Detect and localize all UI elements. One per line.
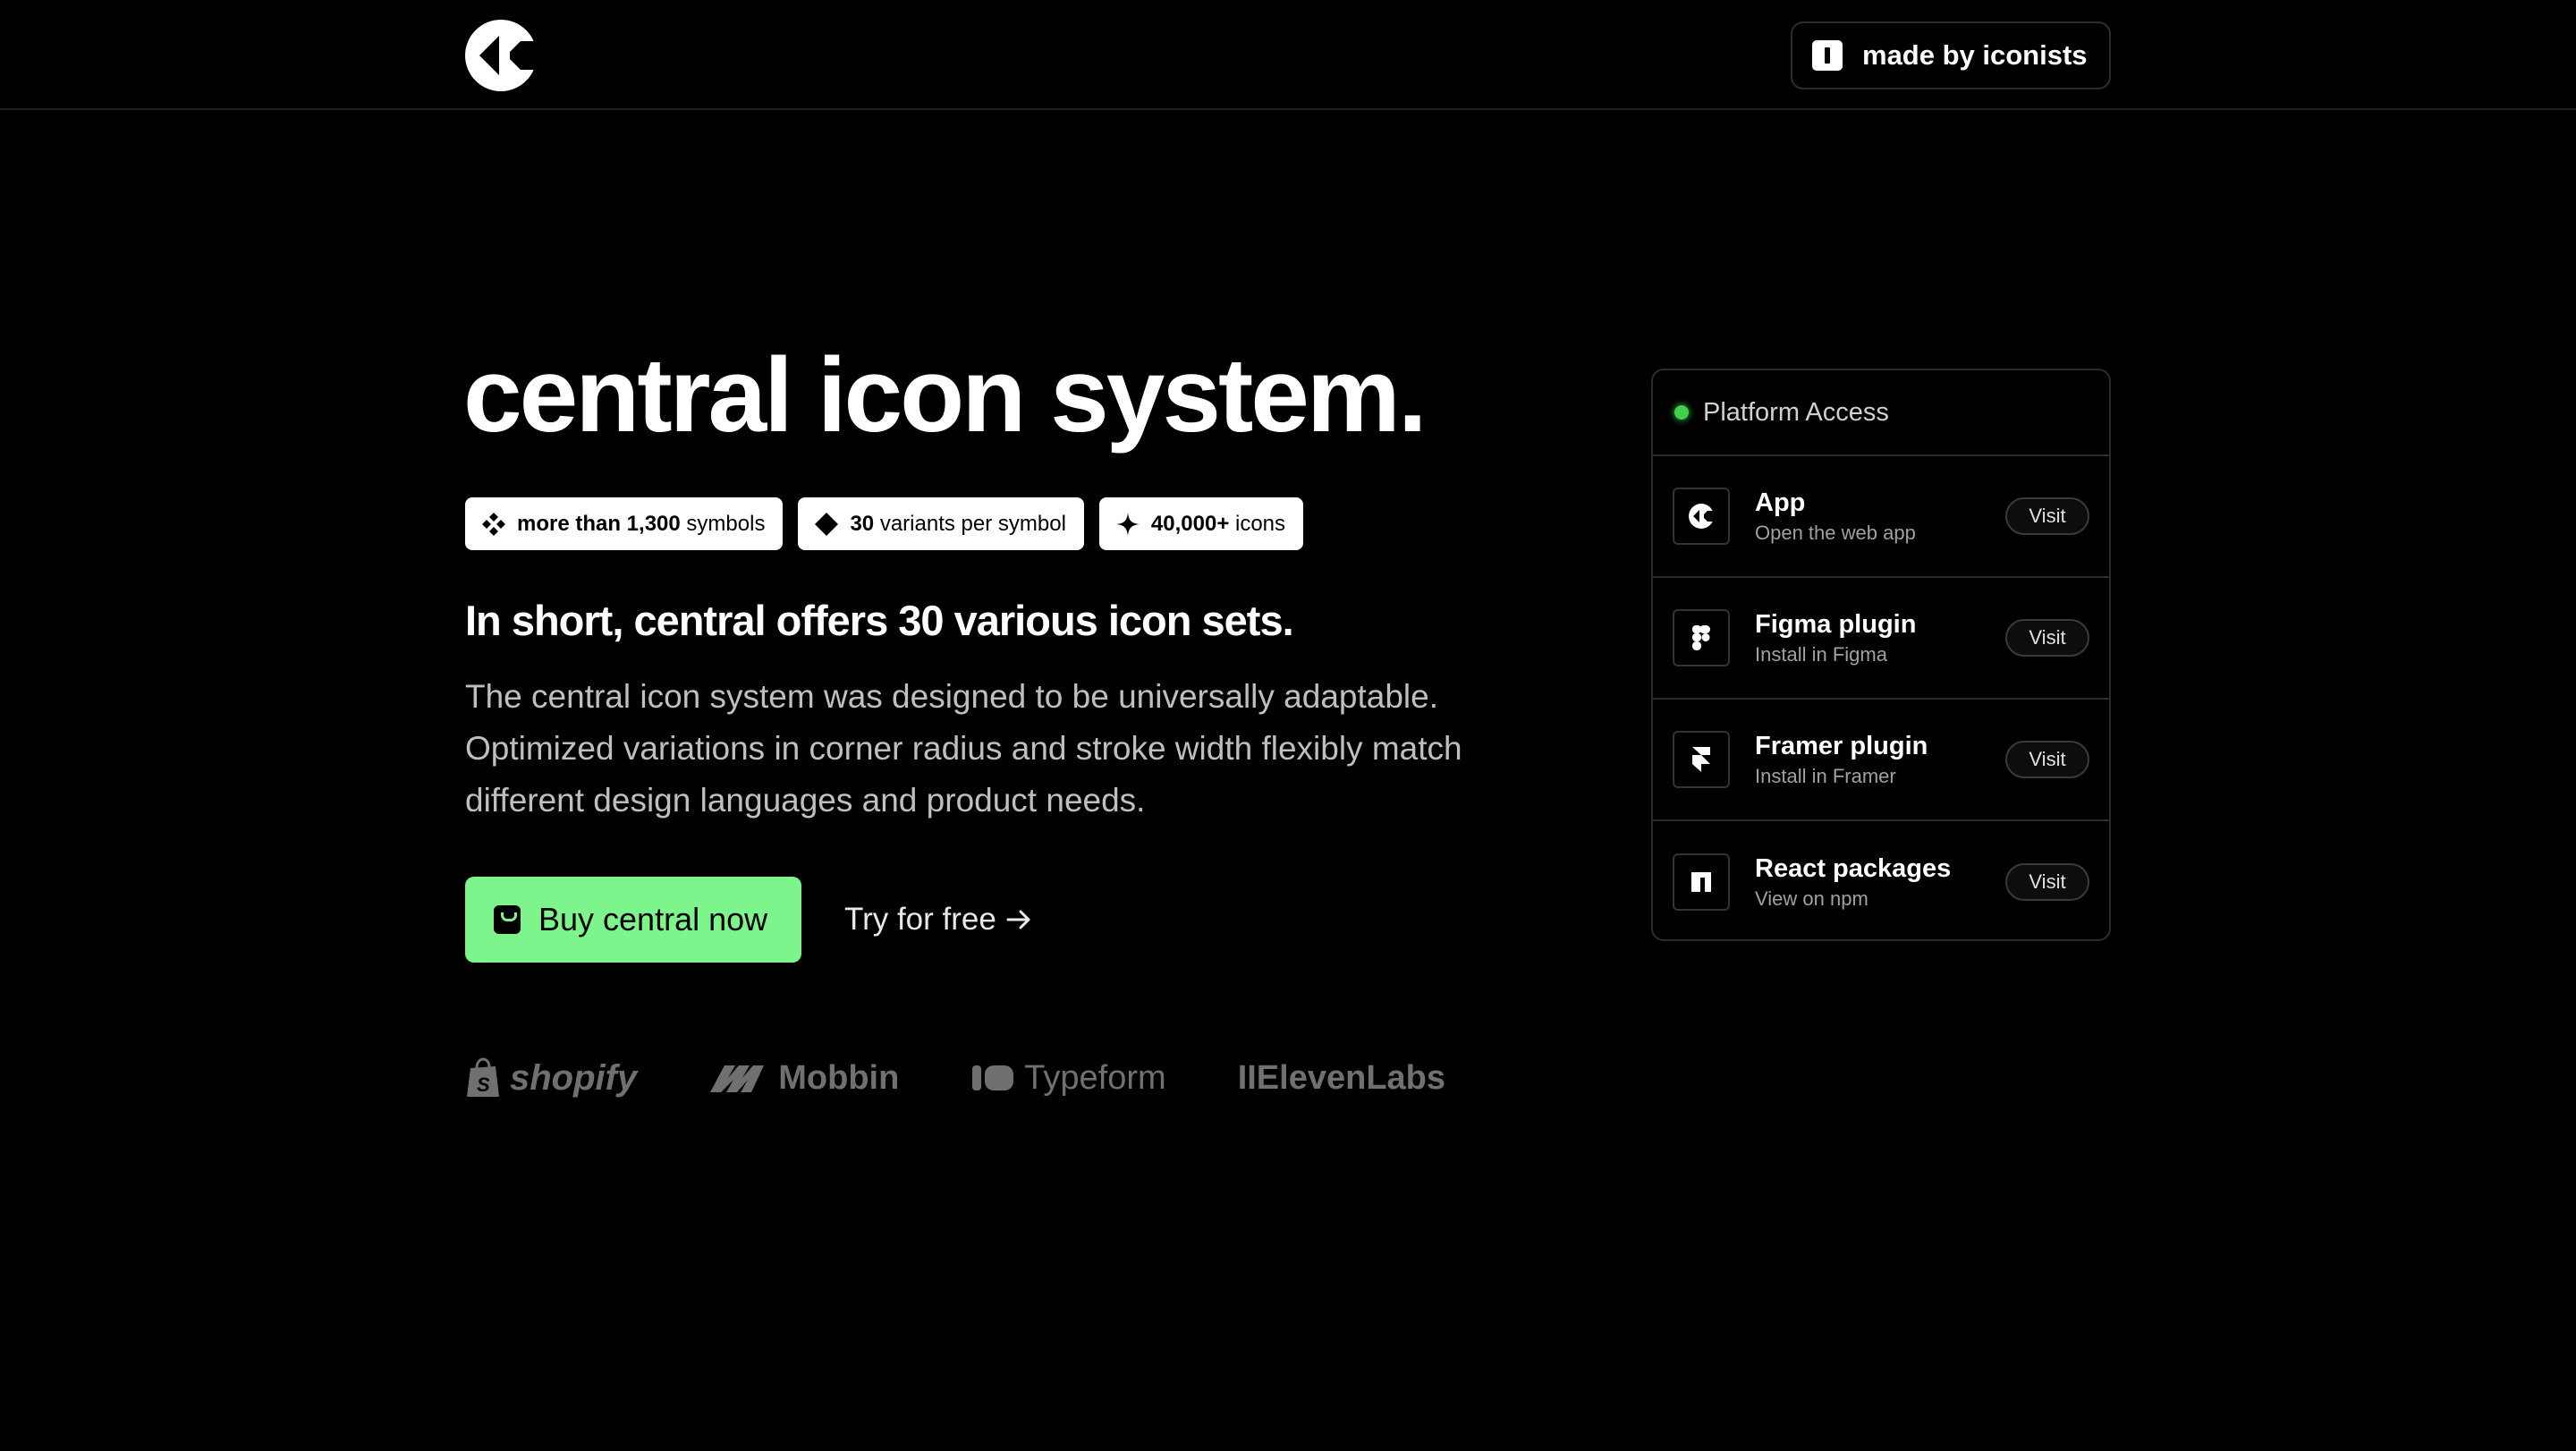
row-title-figma: Figma plugin [1755,609,1917,639]
platform-access-panel: Platform Access App Open the web app Vis… [1651,369,2111,941]
badge-symbols-label: symbols [686,511,766,536]
platform-row-framer[interactable]: Framer plugin Install in Framer Visit [1653,700,2109,821]
made-by-iconists-button[interactable]: made by iconists [1791,21,2111,89]
site-header: made by iconists [0,0,2576,110]
row-title-framer: Framer plugin [1755,731,1928,760]
typeform-wordmark: Typeform [1024,1058,1166,1097]
platform-row-react[interactable]: React packages View on npm Visit [1653,821,2109,939]
row-subtitle-framer: Install in Framer [1755,764,1896,787]
badge-variants: 30 variants per symbol [798,497,1084,550]
svg-text:S: S [477,1073,490,1096]
figma-icon [1673,609,1730,666]
mobbin-logo: Mobbin [708,1059,899,1098]
badge-icons: 40,000+ icons [1098,497,1304,550]
try-for-free-link[interactable]: Try for free [844,898,1032,941]
arrow-right-icon [1006,910,1030,929]
panel-header: Platform Access [1653,370,2109,456]
framer-icon [1673,731,1730,788]
shopping-bag-icon [494,905,521,934]
made-by-label: made by iconists [1862,39,2088,71]
central-logo-icon[interactable] [465,20,537,91]
mobbin-wordmark: Mobbin [778,1058,900,1097]
iconists-logo-icon [1812,40,1843,71]
shopify-wordmark: shopify [510,1057,638,1098]
elevenlabs-wordmark: IIElevenLabs [1237,1058,1446,1097]
customer-logos: S shopify Mobbin Typeform IIElevenLabs [465,1048,1445,1107]
row-title-app: App [1755,488,1806,517]
status-dot-icon [1674,405,1689,420]
badge-symbols: more than 1,300 symbols [465,497,784,550]
try-link-label: Try for free [844,902,996,937]
badge-icons-label: icons [1235,511,1286,536]
central-app-icon [1673,488,1730,545]
shopify-bag-icon: S [467,1057,499,1097]
badge-symbols-count: more than 1,300 [517,511,681,536]
row-subtitle-app: Open the web app [1755,521,1916,544]
badge-variants-label: variants per symbol [879,511,1066,536]
visit-app-button[interactable]: Visit [2005,497,2089,535]
visit-react-button[interactable]: Visit [2005,863,2089,901]
row-title-react: React packages [1755,853,1952,883]
feature-badges: more than 1,300 symbols 30 variants per … [465,497,1304,550]
visit-framer-button[interactable]: Visit [2005,741,2089,778]
npm-icon [1673,853,1730,911]
visit-figma-button[interactable]: Visit [2005,619,2089,657]
platform-row-figma[interactable]: Figma plugin Install in Figma Visit [1653,578,2109,700]
mobbin-mark-icon [710,1065,765,1092]
badge-variants-count: 30 [850,511,875,536]
page-title: central icon system. [463,336,1428,454]
row-subtitle-figma: Install in Figma [1755,642,1887,666]
badge-icons-count: 40,000+ [1150,511,1230,536]
typeform-mark-icon [972,1065,1014,1090]
row-subtitle-react: View on npm [1755,887,1868,910]
sparkle-icon [1115,512,1140,536]
elevenlabs-logo: IIElevenLabs [1238,1059,1445,1098]
shopify-logo: S shopify [465,1057,637,1099]
buy-central-button[interactable]: Buy central now [465,877,801,963]
typeform-logo: Typeform [970,1058,1166,1098]
four-diamonds-icon [482,512,505,536]
buy-button-label: Buy central now [538,901,768,938]
diamond-icon [815,512,839,536]
panel-title: Platform Access [1703,397,1889,427]
hero-description: The central icon system was designed to … [465,678,1462,819]
hero-subheading: In short, central offers 30 various icon… [465,597,1294,644]
platform-row-app[interactable]: App Open the web app Visit [1653,456,2109,578]
